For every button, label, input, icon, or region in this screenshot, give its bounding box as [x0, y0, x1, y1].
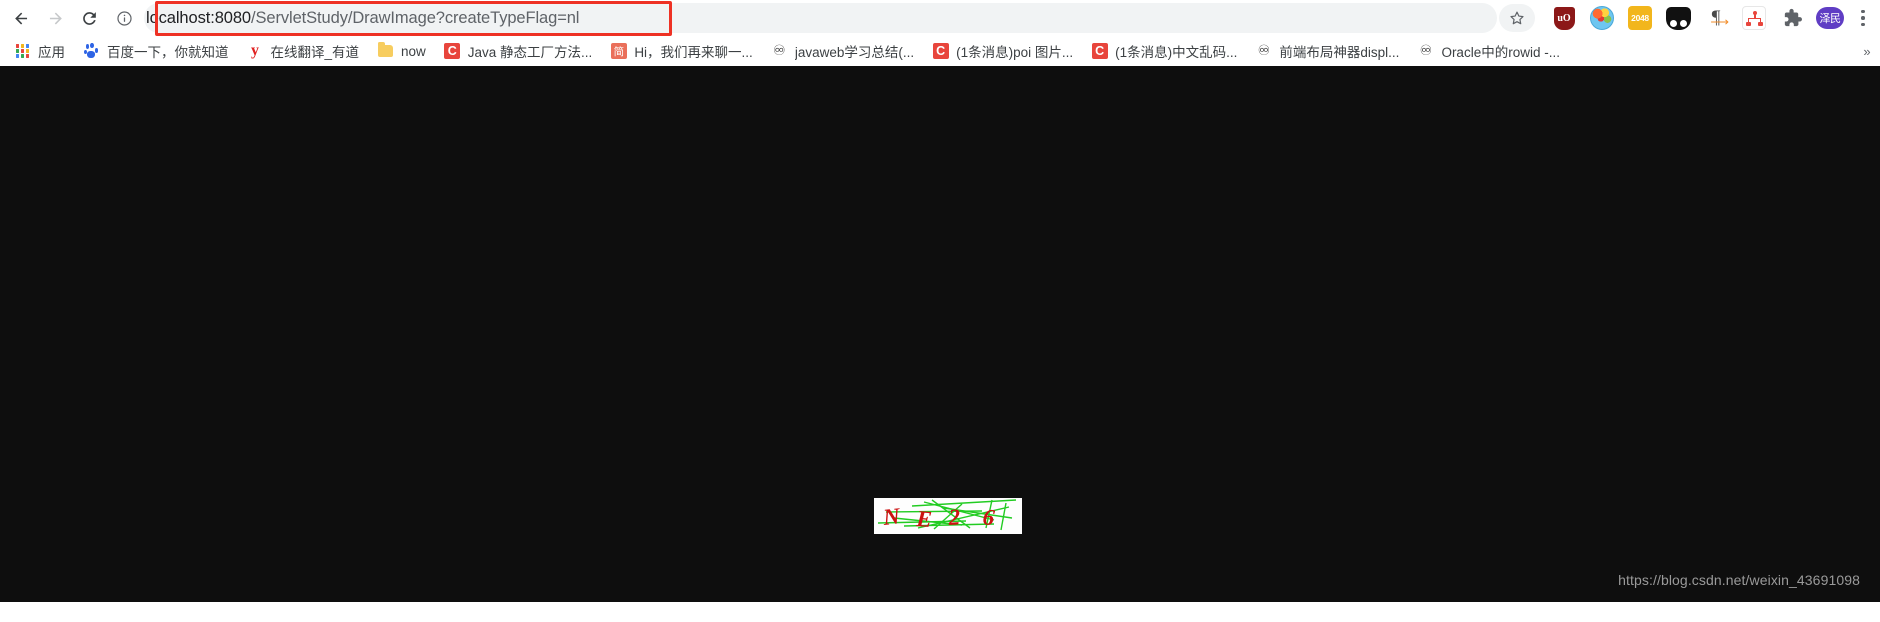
extension-puzzle[interactable] — [1776, 2, 1808, 34]
reload-button[interactable] — [72, 2, 106, 34]
bookmark-label: 百度一下，你就知道 — [107, 45, 229, 60]
baidu-icon — [83, 43, 100, 60]
profile-avatar-button[interactable]: 泽民 — [1814, 2, 1846, 34]
hook-icon: ♾ — [773, 43, 786, 59]
apps-grid-icon — [14, 43, 31, 60]
page-content: N E 2 6 https://blog.csdn.net/weixin_436… — [0, 66, 1880, 602]
bookmark-label: 在线翻译_有道 — [270, 45, 360, 60]
back-arrow-icon — [14, 12, 27, 24]
chrome-menu-button[interactable] — [1852, 2, 1874, 34]
chrome-menu-icon — [1853, 7, 1873, 29]
star-icon — [1510, 11, 1524, 25]
bookmark-label: Hi，我们再来聊一... — [634, 45, 753, 60]
toolbar-right-actions: uO 2048 ¶ ⟶ 泽民 — [1499, 2, 1874, 34]
bookmark-label: javaweb学习总结(... — [794, 45, 915, 60]
bookmark-label: now — [401, 43, 426, 59]
bookmark-java-factory[interactable]: C Java 静态工厂方法... — [436, 39, 601, 63]
hook-icon: ♾ — [1419, 43, 1433, 59]
extension-2048[interactable]: 2048 — [1624, 2, 1656, 34]
ublock-origin-icon: uO — [1553, 6, 1575, 30]
dark-blob-icon — [1665, 6, 1691, 30]
forward-button[interactable] — [38, 2, 72, 34]
extension-pilcrow[interactable]: ¶ ⟶ — [1700, 2, 1732, 34]
page-info-button[interactable] — [106, 4, 142, 32]
csdn-watermark: https://blog.csdn.net/weixin_43691098 — [1618, 572, 1860, 588]
bookmark-javaweb-summary[interactable]: ♾ javaweb学习总结(... — [763, 39, 922, 63]
captcha-canvas: N E 2 6 — [874, 498, 1022, 534]
arrow-right-icon: ⟶ — [1710, 14, 1729, 29]
bookmark-label: (1条消息)中文乱码... — [1115, 45, 1238, 60]
svg-text:2: 2 — [947, 504, 961, 530]
bookmark-label: 应用 — [38, 45, 65, 60]
folder-icon — [377, 42, 394, 60]
captcha-image[interactable]: N E 2 6 — [874, 498, 1022, 534]
hook-icon: ♾ — [1257, 43, 1271, 59]
bookmark-folder-now[interactable]: now — [369, 39, 434, 63]
bookmark-poi-image[interactable]: C (1条消息)poi 图片... — [924, 39, 1081, 63]
bookmark-jianshu[interactable]: 简 Hi，我们再来聊一... — [602, 39, 761, 63]
csdn-icon: C — [444, 43, 461, 60]
extension-sitemap[interactable] — [1738, 2, 1770, 34]
bookmarks-bar: 应用 百度一下，你就知道 y 在线翻译_有道 now C Java 静态工厂方法… — [0, 36, 1880, 66]
address-bar[interactable]: localhost:8080/ServletStudy/DrawImage?cr… — [144, 3, 1497, 33]
csdn-icon: C — [932, 43, 949, 60]
url-text: localhost:8080/ServletStudy/DrawImage?cr… — [146, 3, 579, 33]
bookmark-star-button[interactable] — [1499, 4, 1535, 32]
info-circle-icon — [116, 10, 132, 26]
extension-dark-blob[interactable] — [1662, 2, 1694, 34]
csdn-icon: C — [1091, 43, 1108, 60]
bookmark-label: Oracle中的rowid -... — [1441, 45, 1560, 60]
youdao-icon: y — [251, 42, 259, 59]
bookmark-label: Java 静态工厂方法... — [467, 45, 593, 60]
bookmark-frontend-display[interactable]: ♾ 前端布局神器displ... — [1247, 39, 1407, 63]
bookmark-apps[interactable]: 应用 — [6, 39, 73, 63]
bookmark-label: 前端布局神器displ... — [1279, 45, 1400, 60]
extension-fruit-bowl[interactable] — [1586, 2, 1618, 34]
svg-text:E: E — [915, 506, 933, 532]
forward-arrow-icon — [49, 12, 62, 24]
pilcrow-icon: ¶ ⟶ — [1704, 6, 1729, 30]
avatar: 泽民 — [1816, 7, 1844, 29]
bookmarks-overflow-button[interactable]: » — [1858, 40, 1876, 62]
bookmark-youdao[interactable]: y 在线翻译_有道 — [239, 39, 368, 63]
extension-ublock-origin[interactable]: uO — [1548, 2, 1580, 34]
bookmark-label: (1条消息)poi 图片... — [956, 45, 1074, 60]
url-host: localhost:8080 — [146, 9, 252, 27]
bookmark-oracle-rowid[interactable]: ♾ Oracle中的rowid -... — [1409, 39, 1568, 63]
bookmark-baidu[interactable]: 百度一下，你就知道 — [75, 39, 237, 63]
browser-window: localhost:8080/ServletStudy/DrawImage?cr… — [0, 0, 1880, 622]
fruit-bowl-icon — [1590, 6, 1614, 30]
browser-toolbar: localhost:8080/ServletStudy/DrawImage?cr… — [0, 0, 1880, 36]
sitemap-icon — [1742, 6, 1766, 30]
reload-icon — [82, 11, 96, 25]
jianshu-icon: 简 — [610, 43, 627, 60]
game-2048-icon: 2048 — [1628, 6, 1652, 30]
puzzle-piece-icon — [1784, 8, 1802, 27]
back-button[interactable] — [4, 2, 38, 34]
url-path: /ServletStudy/DrawImage?createTypeFlag=n… — [251, 9, 580, 27]
bookmark-chinese-garbled[interactable]: C (1条消息)中文乱码... — [1083, 39, 1245, 63]
